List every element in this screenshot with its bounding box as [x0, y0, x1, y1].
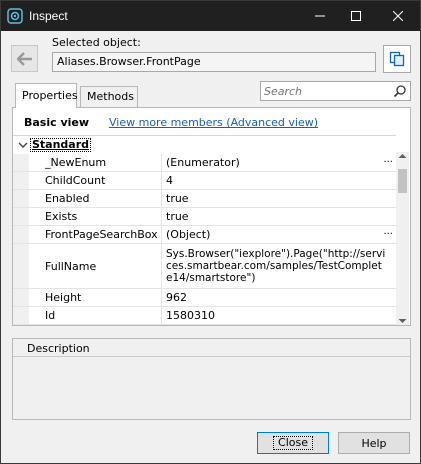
property-value: 4 — [166, 173, 173, 187]
copy-button[interactable] — [383, 45, 411, 73]
property-value: 1580310 — [166, 308, 215, 322]
row-gutter — [13, 244, 29, 288]
copy-icon — [389, 51, 405, 67]
tab-methods[interactable]: Methods — [80, 86, 138, 107]
basic-view-label: Basic view — [24, 116, 90, 129]
inspect-window: Inspect Selected object: Aliases.Browser… — [0, 0, 421, 464]
minimize-icon — [315, 15, 325, 17]
property-name: _NewEnum — [45, 156, 107, 169]
property-value: true — [166, 191, 189, 205]
property-name: Height — [45, 291, 82, 304]
minimize-button[interactable] — [302, 1, 338, 31]
close-button[interactable]: Close — [257, 432, 329, 454]
help-button-label: Help — [361, 436, 387, 450]
property-row[interactable]: ChildCount 4 — [13, 172, 396, 190]
category-row[interactable]: Standard — [13, 136, 396, 154]
close-button-label: Close — [273, 436, 313, 450]
row-gutter — [13, 208, 29, 225]
property-value: (Object) — [166, 227, 211, 241]
help-button[interactable]: Help — [338, 432, 410, 454]
description-header: Description — [13, 339, 410, 357]
row-gutter — [13, 307, 29, 324]
collapse-chevron-icon[interactable] — [18, 140, 28, 150]
arrow-left-icon — [16, 51, 32, 66]
property-row[interactable]: Enabled true — [13, 190, 396, 208]
close-window-button[interactable] — [380, 1, 416, 31]
property-row[interactable]: Height 962 — [13, 289, 396, 307]
window-title: Inspect — [29, 9, 68, 23]
column-divider — [161, 154, 162, 171]
selected-object-label: Selected object: — [52, 36, 141, 49]
ellipsis-button[interactable]: ··· — [383, 226, 393, 243]
property-value: Sys.Browser("iexplore").Page("http://ser… — [166, 248, 386, 284]
property-row[interactable]: Exists true — [13, 208, 396, 226]
description-panel: Description — [12, 338, 411, 420]
close-icon — [393, 11, 403, 21]
row-gutter — [13, 190, 29, 207]
property-value: (Enumerator) — [166, 155, 240, 169]
property-name: ChildCount — [45, 174, 106, 187]
ellipsis-button[interactable]: ··· — [383, 154, 393, 171]
property-value: true — [166, 209, 189, 223]
search-box[interactable] — [260, 81, 411, 101]
column-divider — [161, 226, 162, 243]
property-name: FrontPageSearchBox — [45, 228, 158, 241]
column-divider — [161, 172, 162, 189]
selected-object-field[interactable]: Aliases.Browser.FrontPage — [52, 52, 376, 72]
scroll-down-icon[interactable] — [398, 318, 407, 324]
category-label: Standard — [30, 138, 92, 152]
property-row[interactable]: FrontPageSearchBox (Object) ··· — [13, 226, 396, 244]
scroll-up-icon[interactable] — [398, 153, 407, 159]
row-gutter — [13, 154, 29, 171]
property-row[interactable]: FullName Sys.Browser("iexplore").Page("h… — [13, 244, 396, 289]
back-button[interactable] — [11, 45, 38, 72]
property-name: Id — [45, 309, 56, 322]
vertical-scrollbar[interactable] — [396, 152, 409, 325]
column-divider — [161, 190, 162, 207]
scrollbar-thumb[interactable] — [398, 169, 407, 193]
column-divider — [161, 307, 162, 324]
property-grid: Standard _NewEnum (Enumerator) ··· Child… — [13, 135, 396, 325]
property-value: 962 — [166, 290, 187, 304]
property-row[interactable]: _NewEnum (Enumerator) ··· — [13, 154, 396, 172]
row-gutter — [13, 289, 29, 306]
property-name: Enabled — [45, 192, 90, 205]
column-divider — [161, 208, 162, 225]
advanced-view-link[interactable]: View more members (Advanced view) — [109, 116, 318, 129]
inspect-app-icon — [7, 8, 23, 24]
properties-panel: Basic view View more members (Advanced v… — [12, 107, 411, 326]
search-input[interactable] — [264, 84, 389, 99]
maximize-button[interactable] — [338, 1, 374, 31]
row-gutter — [13, 226, 29, 243]
tab-properties[interactable]: Properties — [15, 83, 78, 108]
property-row[interactable]: Id 1580310 — [13, 307, 396, 325]
title-bar[interactable]: Inspect — [1, 1, 420, 31]
row-gutter — [13, 172, 29, 189]
search-icon[interactable] — [393, 84, 407, 98]
column-divider — [161, 244, 162, 288]
maximize-icon — [351, 11, 361, 21]
property-name: Exists — [45, 210, 78, 223]
property-name: FullName — [45, 259, 97, 273]
column-divider — [161, 289, 162, 306]
